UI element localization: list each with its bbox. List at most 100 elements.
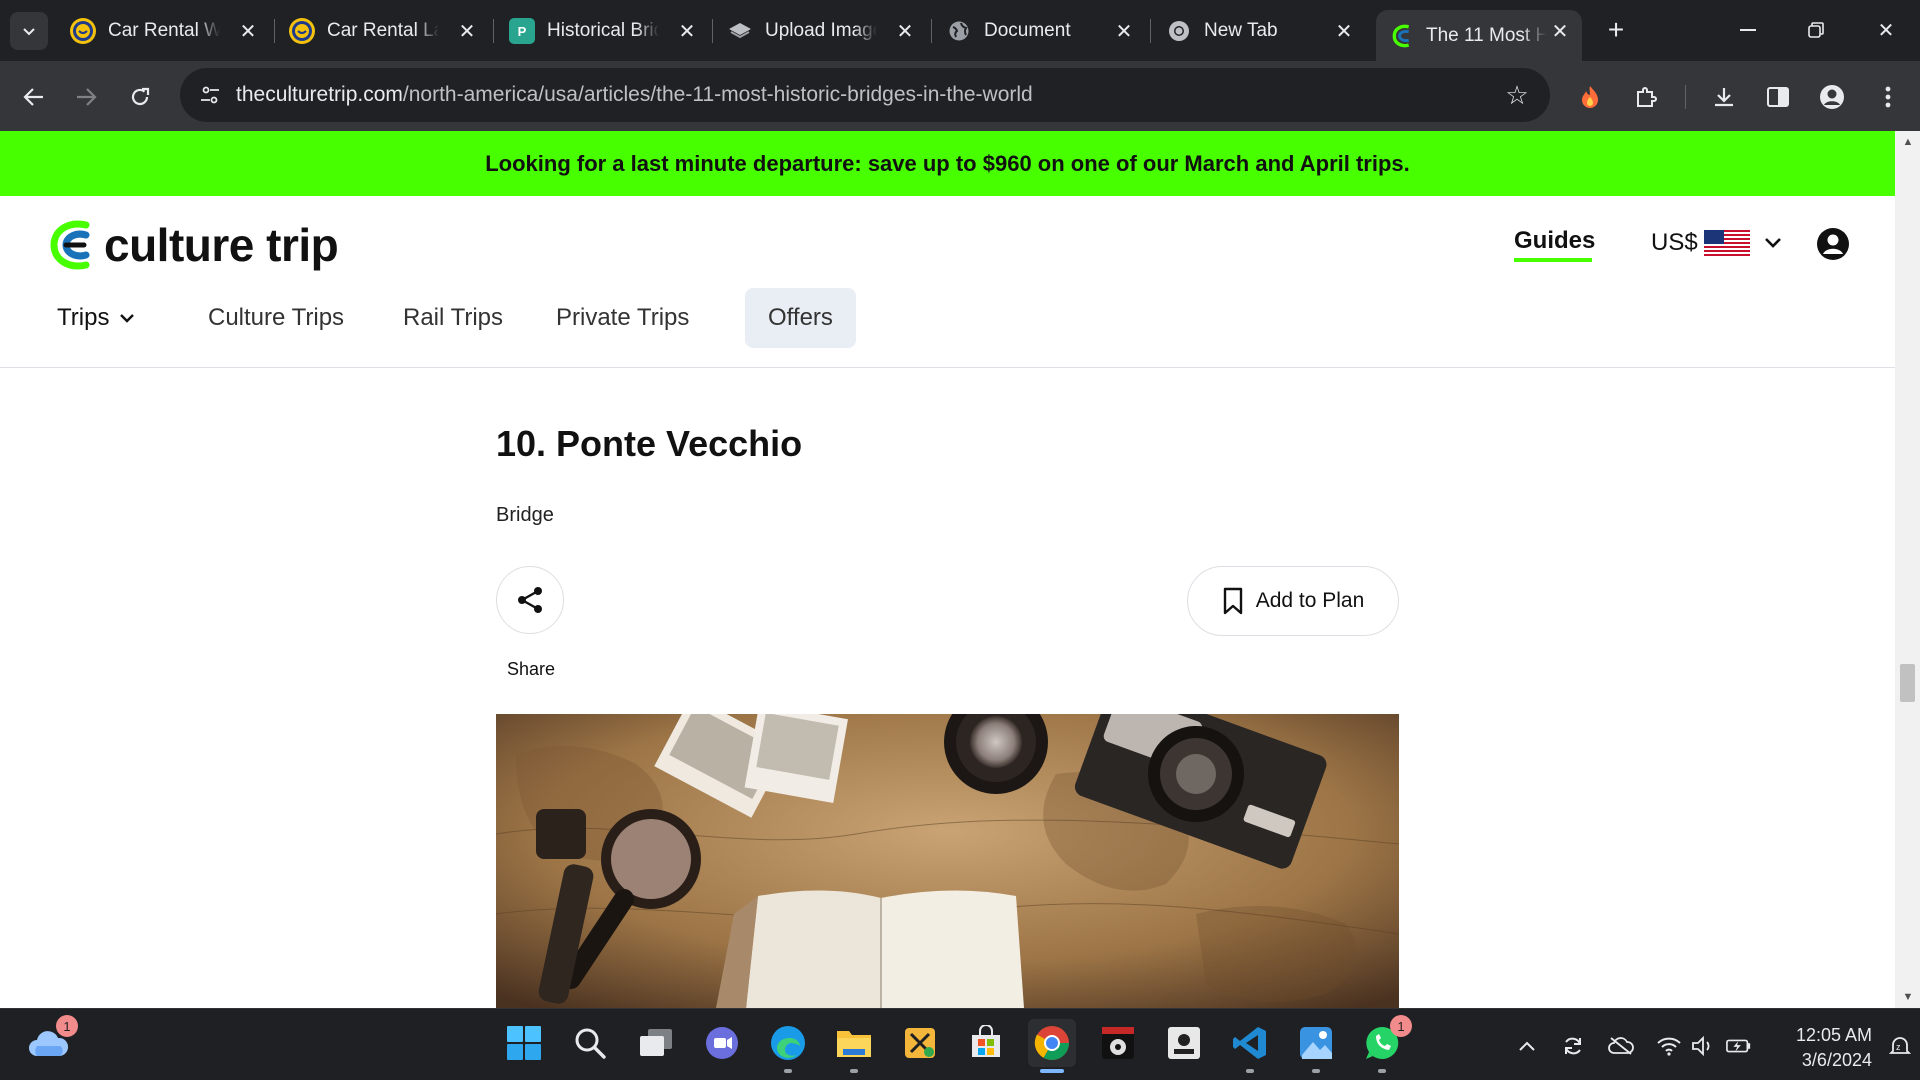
pes-game-app[interactable] <box>1094 1019 1142 1067</box>
scroll-down-arrow-icon[interactable]: ▼ <box>1901 990 1915 1004</box>
battery-charging-icon[interactable] <box>1726 1033 1752 1059</box>
site-logo[interactable]: culture trip <box>50 218 339 272</box>
shield-icon <box>289 18 315 44</box>
guides-link[interactable]: Guides <box>1514 227 1595 255</box>
close-tab-icon[interactable]: ✕ <box>455 19 479 43</box>
travel-map-camera-photo <box>496 714 1399 1008</box>
fifa-game-app[interactable] <box>1160 1019 1208 1067</box>
globe-icon <box>946 18 972 44</box>
nav-offers[interactable]: Offers <box>745 288 856 348</box>
microsoft-store-app[interactable] <box>962 1019 1010 1067</box>
close-window-button[interactable]: ✕ <box>1866 12 1906 48</box>
onedrive-cloud-icon[interactable] <box>1608 1033 1634 1059</box>
close-tab-icon[interactable]: ✕ <box>1548 19 1572 43</box>
address-bar[interactable]: theculturetrip.com/north-america/usa/art… <box>180 68 1550 122</box>
nav-rail-trips[interactable]: Rail Trips <box>403 288 503 348</box>
reload-icon[interactable] <box>122 79 158 115</box>
download-icon[interactable] <box>1706 79 1742 115</box>
extension-flame-icon[interactable] <box>1572 79 1608 115</box>
toolbar-divider <box>1685 85 1686 109</box>
sync-icon[interactable] <box>1560 1033 1586 1059</box>
account-icon[interactable] <box>1816 227 1850 261</box>
edge-icon <box>771 1026 805 1060</box>
profile-icon[interactable] <box>1814 79 1850 115</box>
scrollbar-thumb[interactable] <box>1900 664 1915 702</box>
page-scrollbar[interactable]: ▲ ▼ <box>1895 131 1920 1008</box>
start-button[interactable] <box>500 1019 548 1067</box>
new-tab-button[interactable]: + <box>1600 14 1632 46</box>
more-menu-icon[interactable] <box>1870 79 1906 115</box>
site-settings-icon[interactable] <box>196 81 224 109</box>
running-indicator <box>850 1069 858 1073</box>
bookmark-star-icon[interactable]: ☆ <box>1502 80 1532 110</box>
browser-tab[interactable]: Car Rental Landing ✕ <box>289 10 479 52</box>
running-indicator-active <box>1040 1069 1064 1073</box>
svg-text:z: z <box>1896 1042 1901 1052</box>
task-view-icon <box>640 1029 672 1056</box>
browser-tab[interactable]: Upload Image ✕ <box>727 10 917 52</box>
scroll-up-arrow-icon[interactable]: ▲ <box>1901 135 1915 149</box>
browser-tab-active[interactable]: The 11 Most Historic ✕ <box>1376 10 1582 61</box>
browser-tab[interactable]: Document ✕ <box>946 10 1136 52</box>
page-viewport: Looking for a last minute departure: sav… <box>0 131 1895 1008</box>
currency-label: US$ <box>1651 229 1698 256</box>
vscode-app[interactable] <box>1226 1019 1274 1073</box>
tab-separator <box>931 19 932 43</box>
close-tab-icon[interactable]: ✕ <box>893 19 917 43</box>
folder-icon <box>837 1031 871 1057</box>
tab-separator <box>493 19 494 43</box>
close-tab-icon[interactable]: ✕ <box>1112 19 1136 43</box>
minimize-button[interactable] <box>1728 12 1768 48</box>
chrome-icon <box>1166 18 1192 44</box>
forward-arrow-icon[interactable] <box>68 79 104 115</box>
snipping-tool-icon <box>905 1028 935 1058</box>
close-tab-icon[interactable]: ✕ <box>1332 19 1356 43</box>
restore-button[interactable] <box>1796 12 1836 48</box>
side-panel-icon[interactable] <box>1760 79 1796 115</box>
file-explorer-app[interactable] <box>830 1019 878 1073</box>
tab-title: New Tab <box>1204 20 1278 41</box>
p-icon: P <box>509 18 535 44</box>
close-tab-icon[interactable]: ✕ <box>675 19 699 43</box>
bookmark-icon <box>1223 587 1242 615</box>
task-view-button[interactable] <box>632 1019 680 1067</box>
volume-icon[interactable] <box>1690 1033 1716 1059</box>
teams-chat-app[interactable] <box>698 1019 746 1067</box>
chevron-down-icon <box>1764 238 1781 248</box>
weather-badge: 1 <box>56 1015 78 1037</box>
tab-separator <box>712 19 713 43</box>
nav-trips-dropdown[interactable]: Trips <box>57 288 135 348</box>
promo-banner[interactable]: Looking for a last minute departure: sav… <box>0 131 1895 196</box>
whatsapp-badge: 1 <box>1390 1015 1412 1037</box>
close-tab-icon[interactable]: ✕ <box>236 19 260 43</box>
currency-selector[interactable]: US$ <box>1651 229 1782 257</box>
photos-app[interactable] <box>1292 1019 1340 1073</box>
tray-overflow-chevron-icon[interactable] <box>1514 1033 1540 1059</box>
browser-tab[interactable]: New Tab ✕ <box>1166 10 1356 52</box>
extensions-puzzle-icon[interactable] <box>1628 79 1664 115</box>
share-button[interactable] <box>496 566 564 634</box>
browser-tab[interactable]: P Historical Bridges ✕ <box>509 10 699 52</box>
chat-camera-icon <box>706 1027 738 1059</box>
nav-culture-trips[interactable]: Culture Trips <box>208 288 344 348</box>
tab-separator <box>1150 19 1151 43</box>
chrome-browser-app[interactable] <box>1028 1019 1076 1073</box>
running-indicator <box>1246 1069 1254 1073</box>
add-to-plan-button[interactable]: Add to Plan <box>1187 566 1399 636</box>
guides-active-underline <box>1514 258 1592 262</box>
whatsapp-app[interactable]: 1 <box>1358 1015 1412 1073</box>
system-clock[interactable]: 12:05 AM 3/6/2024 <box>1772 1023 1872 1073</box>
notifications-icon[interactable]: z <box>1888 1033 1912 1059</box>
edge-browser-app[interactable] <box>764 1019 812 1073</box>
wifi-icon[interactable] <box>1656 1033 1682 1059</box>
chevron-down-icon <box>120 313 135 323</box>
snipping-tool-app[interactable] <box>896 1019 944 1067</box>
browser-tab[interactable]: Car Rental Website ✕ <box>70 10 260 52</box>
weather-widget[interactable]: 1 <box>24 1015 78 1067</box>
tab-title: The 11 Most Historic <box>1426 24 1546 46</box>
taskbar-search[interactable] <box>566 1019 614 1067</box>
windows-start-icon <box>507 1026 541 1060</box>
back-arrow-icon[interactable] <box>16 79 52 115</box>
tab-search-button[interactable] <box>10 12 48 50</box>
nav-private-trips[interactable]: Private Trips <box>556 288 689 348</box>
